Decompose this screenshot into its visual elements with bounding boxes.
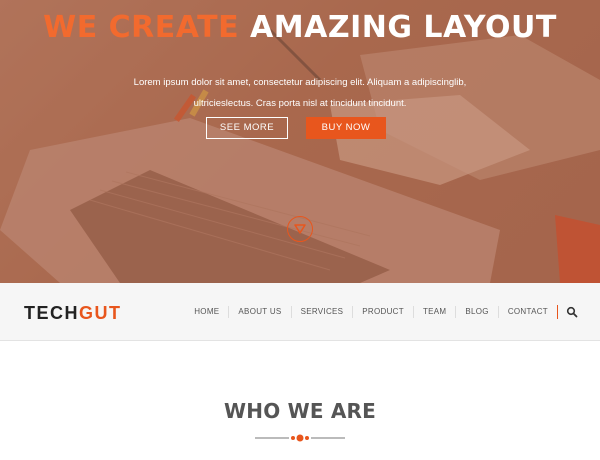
nav-item-about-us[interactable]: ABOUT US (228, 306, 290, 318)
chevron-down-circle-icon (294, 224, 306, 234)
buy-now-button[interactable]: BUY NOW (306, 117, 386, 139)
nav-item-contact[interactable]: CONTACT (497, 306, 557, 318)
hero-banner: WE CREATE AMAZING LAYOUT Lorem ipsum dol… (0, 0, 600, 283)
scroll-down-button[interactable] (287, 216, 313, 242)
hero-title: WE CREATE AMAZING LAYOUT (0, 10, 600, 45)
nav-menu: HOME ABOUT US SERVICES PRODUCT TEAM BLOG… (185, 283, 562, 341)
section-divider (255, 434, 345, 442)
main-navbar: TECHGUT HOME ABOUT US SERVICES PRODUCT T… (0, 283, 600, 341)
techgut-logo[interactable]: TECHGUT (24, 303, 122, 324)
nav-item-product[interactable]: PRODUCT (352, 306, 413, 318)
search-icon[interactable] (566, 306, 578, 318)
section-title: WHO WE ARE (224, 399, 376, 423)
logo-part-tech: TECH (24, 303, 79, 323)
nav-item-services[interactable]: SERVICES (290, 306, 353, 318)
hero-description: Lorem ipsum dolor sit amet, consectetur … (133, 77, 467, 109)
nav-item-home[interactable]: HOME (185, 306, 228, 318)
see-more-button[interactable]: SEE MORE (206, 117, 288, 139)
hero-title-rest: AMAZING LAYOUT (250, 10, 557, 45)
logo-part-gut: GUT (79, 303, 122, 323)
nav-item-blog[interactable]: BLOG (455, 306, 497, 318)
nav-separator (557, 305, 558, 319)
hero-title-accent: WE CREATE (43, 10, 240, 45)
nav-item-team[interactable]: TEAM (412, 306, 455, 318)
